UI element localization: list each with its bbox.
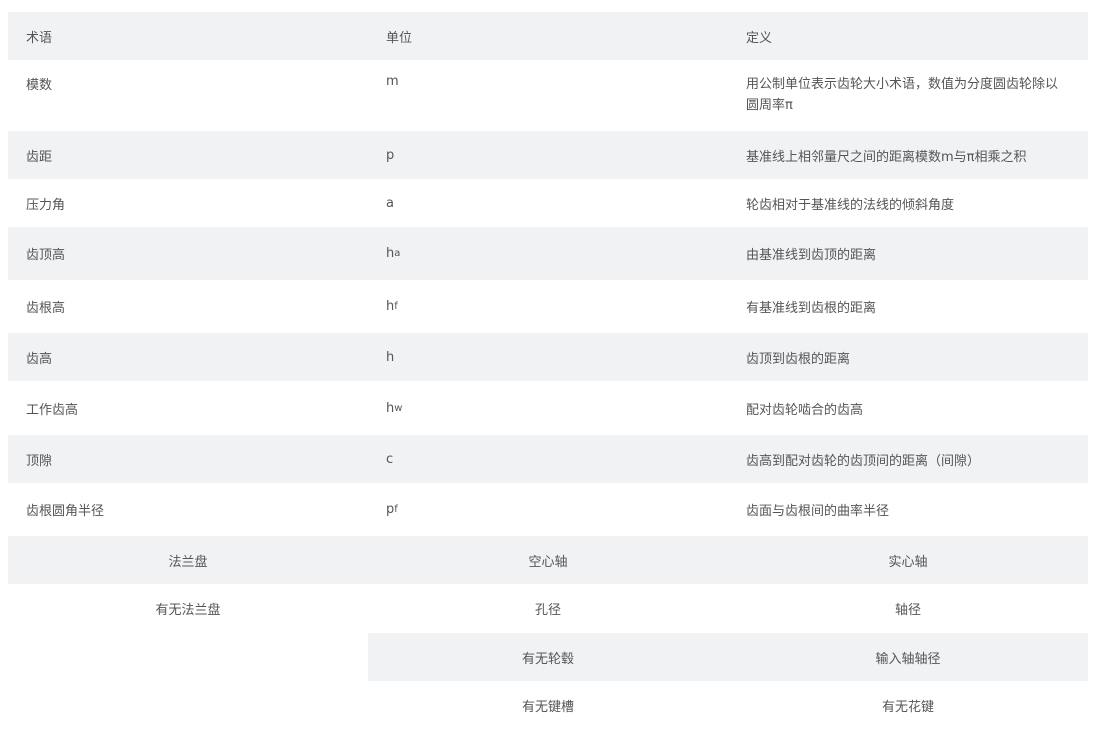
table-header-row: 术语 单位 定义 bbox=[8, 12, 1088, 60]
term-cell: 齿根圆角半径 bbox=[26, 504, 105, 519]
symbol-cell: hf bbox=[386, 299, 398, 314]
hollow-shaft-cell: 孔径 bbox=[534, 603, 561, 618]
solid-shaft-cell: 轴径 bbox=[894, 603, 921, 618]
definition-cell: 用公制单位表示齿轮大小术语，数值为分度圆齿轮除以圆周率π bbox=[746, 77, 1059, 113]
term-cell: 齿根高 bbox=[26, 301, 66, 316]
table-row: 有无键槽 有无花键 bbox=[8, 681, 1088, 729]
hollow-shaft-cell: 有无轮毂 bbox=[368, 633, 728, 681]
term-cell: 齿顶高 bbox=[26, 248, 66, 263]
definition-cell: 齿高到配对齿轮的齿顶间的距离（间隙） bbox=[746, 453, 981, 469]
symbol-cell: ha bbox=[386, 246, 401, 261]
table-header-row: 法兰盘 空心轴 实心轴 bbox=[8, 536, 1088, 584]
hollow-shaft-cell: 有无键槽 bbox=[521, 699, 574, 715]
flange-cell bbox=[8, 681, 368, 729]
table-row: 工作齿高 hw 配对齿轮啮合的齿高 bbox=[8, 381, 1088, 435]
header-unit: 单位 bbox=[386, 30, 413, 46]
symbol-cell: hw bbox=[386, 400, 403, 416]
header-definition: 定义 bbox=[746, 30, 773, 46]
definition-cell: 齿面与齿根间的曲率半径 bbox=[746, 504, 890, 519]
definition-cell: 轮齿相对于基准线的法线的倾斜角度 bbox=[746, 197, 955, 213]
symbol-cell: p bbox=[386, 147, 395, 163]
symbol-cell: a bbox=[386, 195, 394, 211]
shaft-type-table: 法兰盘 空心轴 实心轴 有无法兰盘 孔径 轴径 有无轮毂 输入轴轴径 有无键槽 … bbox=[8, 536, 1088, 729]
term-cell: 顶隙 bbox=[26, 453, 53, 469]
definition-cell: 有基准线到齿根的距离 bbox=[746, 301, 877, 316]
header-flange: 法兰盘 bbox=[168, 554, 208, 570]
table-row: 有无法兰盘 孔径 轴径 bbox=[8, 584, 1088, 633]
table-row: 有无轮毂 输入轴轴径 bbox=[8, 633, 1088, 681]
table-row: 齿根高 hf 有基准线到齿根的距离 bbox=[8, 280, 1088, 333]
term-cell: 齿高 bbox=[26, 351, 53, 367]
definition-cell: 由基准线到齿顶的距离 bbox=[746, 248, 877, 263]
table-row: 齿距 p 基准线上相邻量尺之间的距离模数m与π相乘之积 bbox=[8, 131, 1088, 179]
content: 术语 单位 定义 模数 m 用公制单位表示齿轮大小术语，数值为分度圆齿轮除以圆周… bbox=[8, 12, 1088, 729]
table-row: 齿根圆角半径 pf 齿面与齿根间的曲率半径 bbox=[8, 483, 1088, 536]
header-solid-shaft: 实心轴 bbox=[888, 554, 928, 570]
table-row: 齿顶高 ha 由基准线到齿顶的距离 bbox=[8, 227, 1088, 280]
term-cell: 齿距 bbox=[26, 149, 53, 165]
header-hollow-shaft: 空心轴 bbox=[528, 554, 568, 570]
term-cell: 工作齿高 bbox=[26, 402, 79, 418]
definition-cell: 齿顶到齿根的距离 bbox=[746, 351, 851, 367]
table-row: 顶隙 c 齿高到配对齿轮的齿顶间的距离（间隙） bbox=[8, 435, 1088, 483]
flange-cell bbox=[8, 633, 368, 681]
symbol-cell: m bbox=[386, 74, 399, 89]
definition-cell: 配对齿轮啮合的齿高 bbox=[746, 402, 864, 418]
symbol-cell: h bbox=[386, 349, 395, 365]
definition-cell: 基准线上相邻量尺之间的距离模数m与π相乘之积 bbox=[746, 149, 1027, 165]
flange-cell: 有无法兰盘 bbox=[155, 603, 221, 618]
term-cell: 模数 bbox=[26, 78, 53, 93]
term-cell: 压力角 bbox=[26, 197, 66, 213]
header-term: 术语 bbox=[26, 30, 53, 46]
table-row: 压力角 a 轮齿相对于基准线的法线的倾斜角度 bbox=[8, 179, 1088, 227]
table-row: 模数 m 用公制单位表示齿轮大小术语，数值为分度圆齿轮除以圆周率π bbox=[8, 60, 1088, 131]
symbol-cell: pf bbox=[386, 502, 398, 517]
gear-terms-table: 术语 单位 定义 模数 m 用公制单位表示齿轮大小术语，数值为分度圆齿轮除以圆周… bbox=[8, 12, 1088, 536]
symbol-cell: c bbox=[386, 451, 394, 467]
solid-shaft-cell: 有无花键 bbox=[881, 699, 934, 715]
solid-shaft-cell: 输入轴轴径 bbox=[728, 633, 1088, 681]
table-row: 齿高 h 齿顶到齿根的距离 bbox=[8, 333, 1088, 381]
